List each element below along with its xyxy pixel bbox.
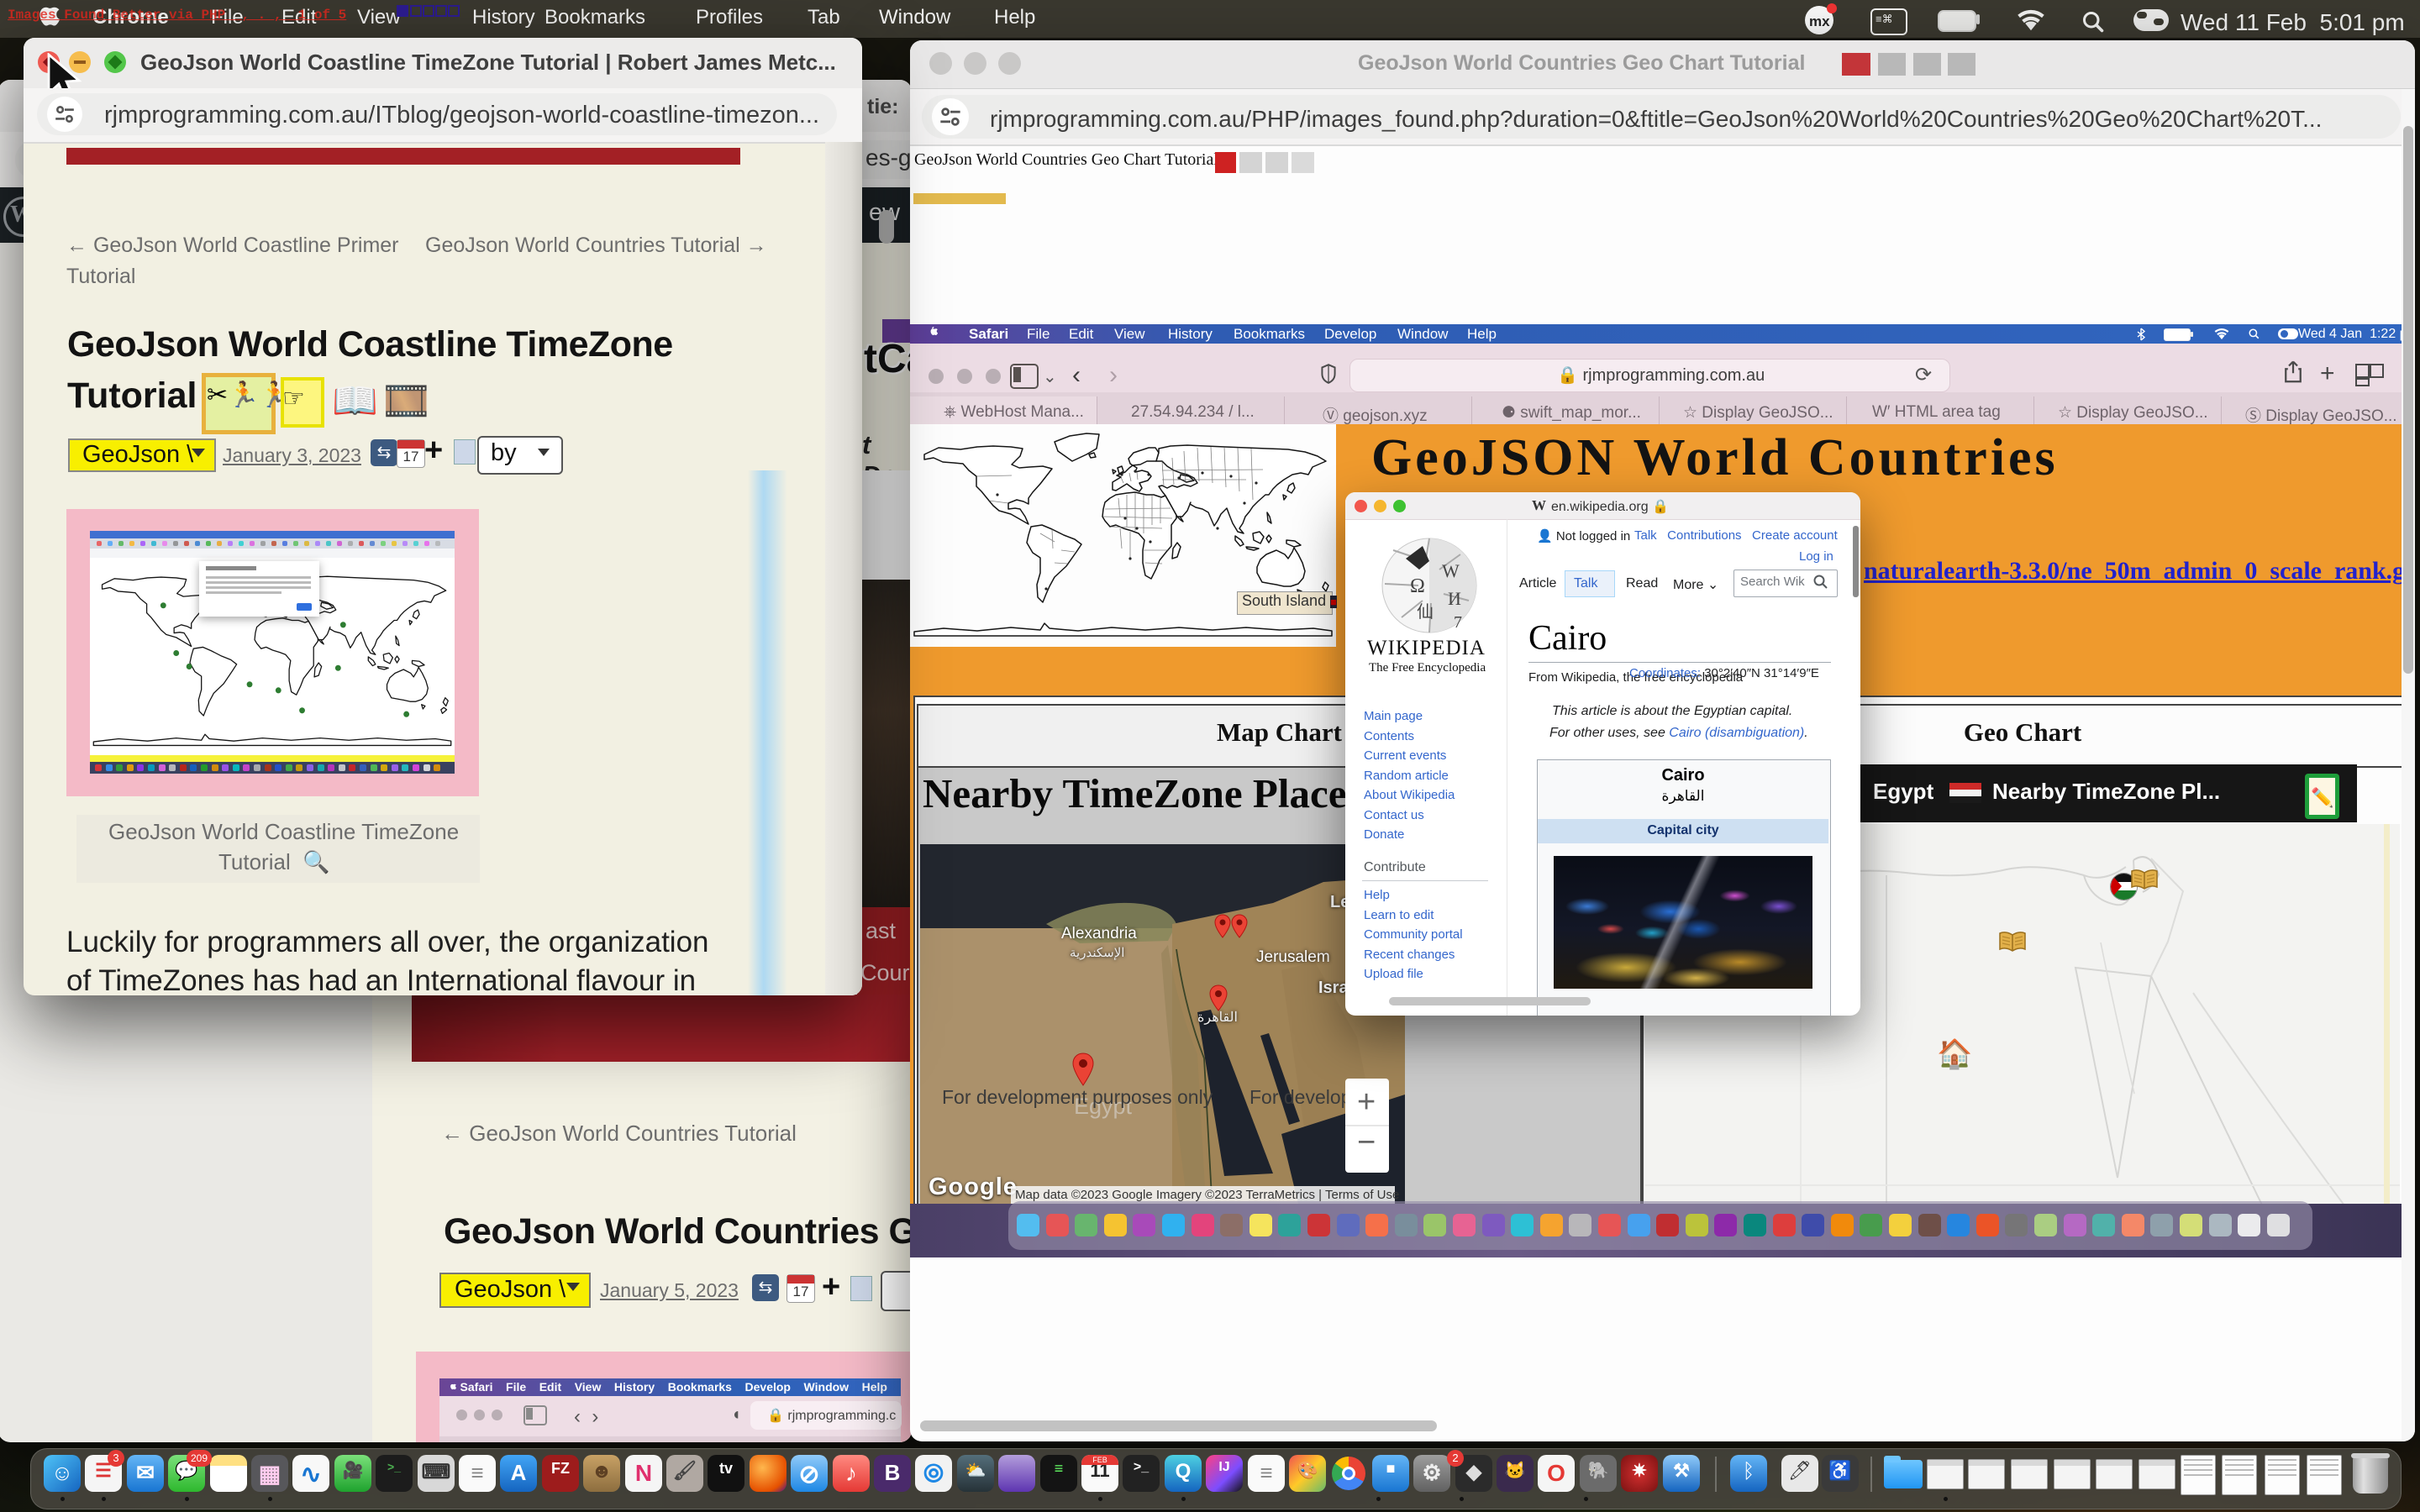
svg-text:Ω: Ω (1410, 575, 1425, 597)
svg-text:7: 7 (1454, 613, 1462, 632)
svg-text:И: И (1448, 588, 1461, 609)
svg-text:仙: 仙 (1417, 602, 1434, 622)
svg-text:W: W (1442, 560, 1460, 581)
